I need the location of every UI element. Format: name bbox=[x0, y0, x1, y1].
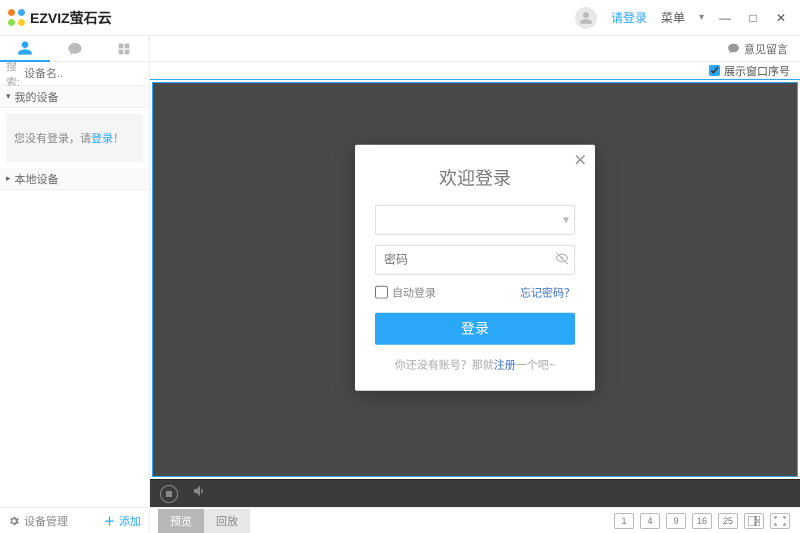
dropdown-icon[interactable]: ▾ bbox=[563, 212, 569, 226]
feedback-button[interactable]: 意见留言 bbox=[727, 41, 788, 57]
show-index-checkbox[interactable] bbox=[709, 65, 720, 76]
password-field[interactable] bbox=[375, 244, 575, 274]
grid-4-button[interactable]: 4 bbox=[640, 513, 660, 529]
my-devices-label: 我的设备 bbox=[15, 89, 59, 105]
modal-title: 欢迎登录 bbox=[375, 164, 575, 190]
gear-icon bbox=[8, 515, 20, 527]
app-logo: EZVIZ萤石云 bbox=[0, 8, 112, 28]
grid-25-button[interactable]: 25 bbox=[718, 513, 738, 529]
tab-playback[interactable]: 回放 bbox=[204, 509, 250, 533]
app-title: EZVIZ萤石云 bbox=[30, 8, 112, 28]
speech-bubble-icon bbox=[727, 42, 740, 55]
tab-devices[interactable] bbox=[0, 36, 50, 62]
local-devices-label: 本地设备 bbox=[15, 171, 59, 187]
logo-icon bbox=[8, 9, 26, 27]
grid-16-button[interactable]: 16 bbox=[692, 513, 712, 529]
login-link[interactable]: 请登录 bbox=[611, 9, 647, 26]
grid-1-button[interactable]: 1 bbox=[614, 513, 634, 529]
dropdown-icon[interactable]: ▾ bbox=[699, 12, 704, 23]
chevron-down-icon: ▾ bbox=[6, 91, 11, 102]
auto-login-checkbox[interactable]: 自动登录 bbox=[375, 284, 436, 300]
my-devices-section[interactable]: ▾ 我的设备 bbox=[0, 86, 149, 108]
grid-9-button[interactable]: 9 bbox=[666, 513, 686, 529]
menu-link[interactable]: 菜单 bbox=[661, 9, 685, 26]
fullscreen-button[interactable] bbox=[770, 513, 790, 529]
search-label: 搜索: bbox=[6, 58, 20, 90]
eye-off-icon[interactable] bbox=[555, 251, 569, 268]
minimize-icon[interactable]: — bbox=[718, 11, 732, 25]
login-prompt-prefix: 您没有登录，请 bbox=[14, 133, 91, 145]
tab-preview[interactable]: 预览 bbox=[158, 509, 204, 533]
avatar-icon bbox=[575, 7, 597, 29]
register-link[interactable]: 注册 bbox=[494, 359, 516, 371]
tab-apps[interactable] bbox=[99, 36, 149, 62]
maximize-icon[interactable]: □ bbox=[746, 11, 760, 25]
forgot-password-link[interactable]: 忘记密码？ bbox=[520, 284, 575, 300]
video-stage: ✕ 欢迎登录 ▾ 自动登录 忘记密码？ 登录 你还没有账号？那就注册一个吧~ bbox=[152, 82, 798, 477]
tab-messages[interactable] bbox=[50, 36, 100, 62]
login-submit-button[interactable]: 登录 bbox=[375, 312, 575, 344]
close-icon[interactable]: ✕ bbox=[774, 11, 788, 25]
register-suffix: 一个吧~ bbox=[516, 359, 555, 371]
local-devices-section[interactable]: ▸ 本地设备 bbox=[0, 168, 149, 190]
modal-close-icon[interactable]: ✕ bbox=[574, 150, 587, 170]
add-device-button[interactable]: ＋ 添加 bbox=[104, 513, 141, 529]
chevron-right-icon: ▸ bbox=[6, 173, 11, 184]
login-modal: ✕ 欢迎登录 ▾ 自动登录 忘记密码？ 登录 你还没有账号？那就注册一个吧~ bbox=[355, 144, 595, 390]
device-mgmt-label: 设备管理 bbox=[24, 513, 68, 529]
register-prefix: 你还没有账号？那就 bbox=[395, 359, 494, 371]
feedback-label: 意见留言 bbox=[744, 41, 788, 57]
grid-custom-button[interactable] bbox=[744, 513, 764, 529]
auto-login-label: 自动登录 bbox=[392, 284, 436, 300]
plus-icon: ＋ bbox=[104, 513, 115, 529]
add-label: 添加 bbox=[119, 513, 141, 529]
login-prompt-box: 您没有登录，请登录！ bbox=[6, 114, 143, 162]
search-input[interactable] bbox=[24, 68, 166, 80]
stop-button[interactable] bbox=[160, 485, 178, 503]
login-prompt-suffix: ！ bbox=[113, 133, 124, 145]
show-index-label: 展示窗口序号 bbox=[724, 63, 790, 79]
username-field[interactable] bbox=[375, 204, 575, 234]
device-mgmt-button[interactable]: 设备管理 bbox=[8, 513, 68, 529]
volume-icon[interactable] bbox=[192, 483, 208, 504]
login-prompt-link[interactable]: 登录 bbox=[91, 133, 113, 145]
